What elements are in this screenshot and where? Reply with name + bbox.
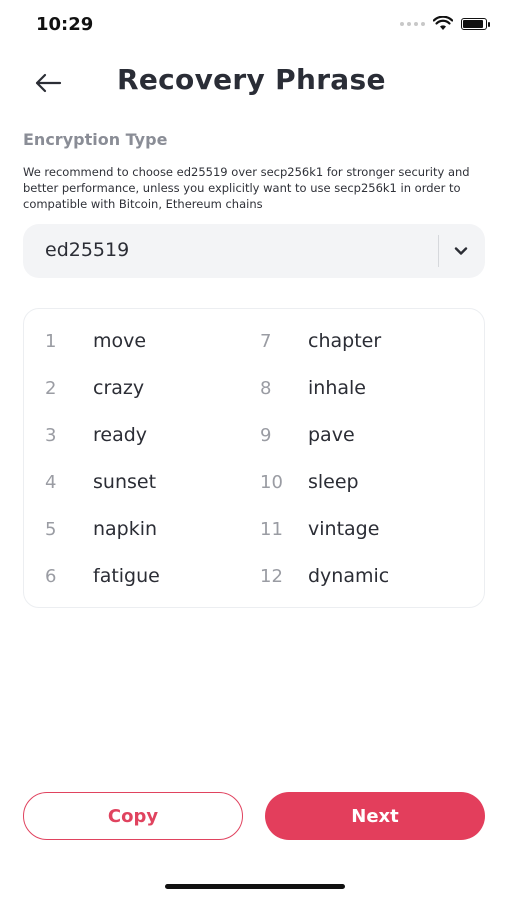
recovery-phrase-card: 1 move 2 crazy 3 ready 4 sunset 5 napkin… — [23, 308, 485, 608]
phrase-word-item: 12 dynamic — [260, 561, 389, 591]
phrase-word: pave — [308, 424, 355, 446]
phrase-word-item: 5 napkin — [45, 514, 157, 544]
phrase-word-item: 3 ready — [45, 420, 147, 450]
encryption-description: We recommend to choose ed25519 over secp… — [23, 165, 470, 211]
phrase-word-item: 8 inhale — [260, 373, 366, 403]
phrase-word: vintage — [308, 518, 380, 540]
phrase-word-number: 1 — [45, 330, 57, 352]
encryption-type-value: ed25519 — [45, 239, 130, 261]
phrase-word-item: 11 vintage — [260, 514, 379, 544]
page-title: Recovery Phrase — [117, 63, 386, 96]
phrase-word-item: 1 move — [45, 326, 146, 356]
phrase-word-number: 2 — [45, 377, 57, 399]
phrase-word-item: 2 crazy — [45, 373, 144, 403]
encryption-type-select[interactable]: ed25519 — [23, 224, 485, 278]
phrase-word: move — [93, 330, 147, 352]
phrase-word: napkin — [93, 518, 158, 540]
phrase-word-item: 10 sleep — [260, 467, 359, 497]
phrase-word-number: 7 — [260, 330, 272, 352]
phrase-word-number: 6 — [45, 565, 57, 587]
phrase-word: fatigue — [93, 565, 160, 587]
phrase-word: ready — [93, 424, 148, 446]
arrow-left-icon — [35, 73, 62, 93]
status-bar: 10:29 — [0, 0, 507, 52]
copy-button[interactable]: Copy — [23, 792, 243, 840]
phrase-word-item: 7 chapter — [260, 326, 381, 356]
phrase-word-number: 12 — [260, 565, 283, 587]
status-icons — [400, 16, 490, 31]
select-divider — [438, 235, 439, 267]
phrase-word: crazy — [93, 377, 145, 399]
phrase-word: sunset — [93, 471, 157, 493]
phrase-word-number: 8 — [260, 377, 272, 399]
phrase-word: dynamic — [308, 565, 390, 587]
back-button[interactable] — [30, 65, 66, 101]
phrase-word: sleep — [308, 471, 359, 493]
phrase-word-number: 5 — [45, 518, 57, 540]
phrase-word-number: 3 — [45, 424, 57, 446]
chevron-down-icon — [451, 241, 471, 261]
next-button[interactable]: Next — [265, 792, 485, 840]
signal-icon — [400, 21, 425, 26]
status-time: 10:29 — [36, 14, 94, 35]
wifi-icon — [433, 16, 453, 30]
phrase-word-item: 6 fatigue — [45, 561, 160, 591]
phrase-word-number: 4 — [45, 471, 57, 493]
phrase-word: inhale — [308, 377, 366, 399]
battery-icon — [461, 17, 490, 30]
phrase-word: chapter — [308, 330, 382, 352]
encryption-type-label: Encryption Type — [23, 130, 168, 149]
home-indicator[interactable] — [165, 884, 345, 889]
phrase-word-number: 10 — [260, 471, 283, 493]
header: Recovery Phrase — [0, 55, 507, 111]
phrase-word-item: 4 sunset — [45, 467, 156, 497]
phrase-word-number: 9 — [260, 424, 272, 446]
phrase-word-number: 11 — [260, 518, 283, 540]
phrase-word-item: 9 pave — [260, 420, 355, 450]
